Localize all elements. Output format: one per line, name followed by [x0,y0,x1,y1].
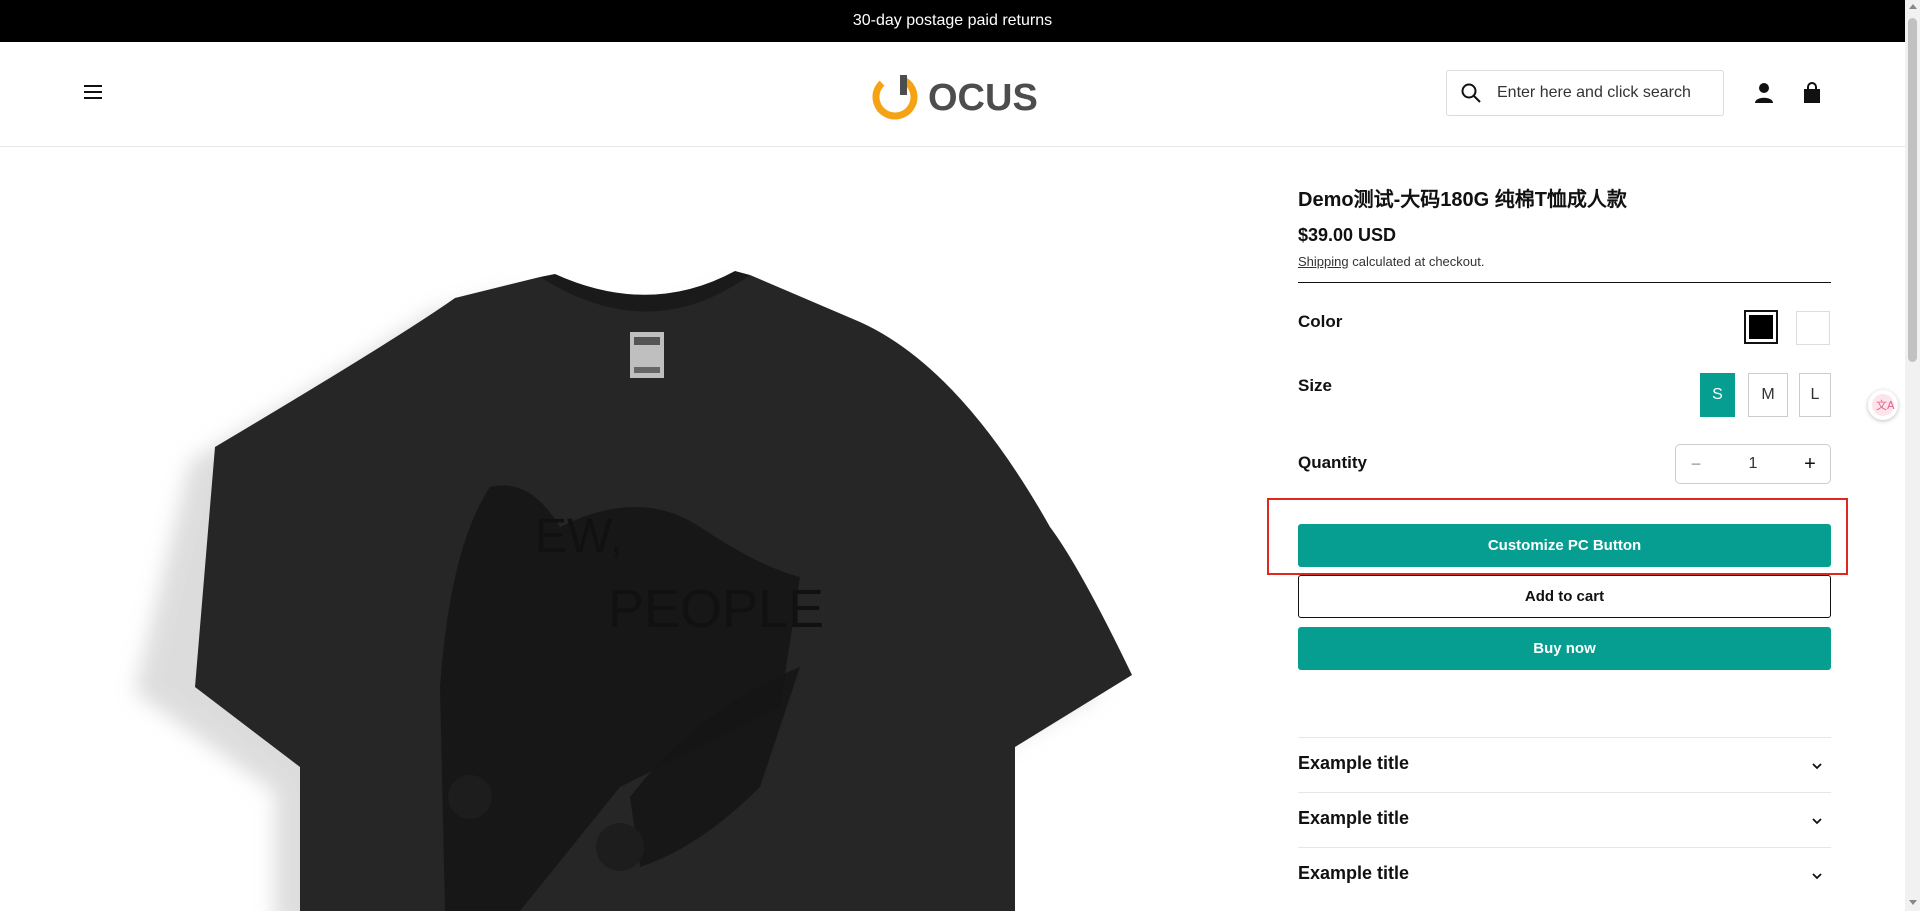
color-swatch-white[interactable] [1796,311,1830,345]
chevron-down-icon [1812,818,1822,825]
accordion-item[interactable]: Example title [1298,847,1831,903]
product-gallery: EW, PEOPLE [0,147,1270,911]
svg-text:PEOPLE: PEOPLE [608,579,824,639]
page-scrollbar[interactable] [1905,0,1920,911]
svg-text:OCUS: OCUS [928,77,1038,119]
chevron-down-icon [1812,763,1822,770]
size-option-m[interactable]: M [1748,373,1788,417]
cart-icon[interactable] [1801,82,1823,104]
accordion-title: Example title [1298,753,1410,773]
accordion-title: Example title [1298,808,1410,828]
size-label: Size [1298,376,1333,395]
product-price: $39.00 USD [1298,225,1397,245]
highlight-box [1267,498,1848,575]
increase-quantity-button[interactable]: + [1790,453,1830,476]
accordion-item[interactable]: Example title [1298,792,1831,848]
announcement-text: 30-day postage paid returns [852,12,1053,29]
quantity-stepper: − 1 + [1675,444,1831,484]
shipping-text: calculated at checkout. [1348,254,1485,269]
account-icon[interactable] [1753,82,1775,104]
color-swatch-black[interactable] [1744,310,1778,344]
ocus-logo[interactable]: OCUS [870,64,1040,124]
quantity-label: Quantity [1298,453,1367,472]
shipping-note: Shipping calculated at checkout. [1298,254,1484,269]
shipping-link[interactable]: Shipping [1298,254,1349,269]
search-icon[interactable] [1461,83,1481,103]
add-to-cart-button[interactable]: Add to cart [1298,575,1831,618]
divider [1298,282,1831,283]
quantity-value[interactable]: 1 [1716,455,1790,473]
site-header: OCUS [0,42,1905,147]
announcement-bar: 30-day postage paid returns [0,0,1905,42]
menu-icon[interactable] [82,82,104,104]
svg-text:EW,: EW, [535,510,623,563]
svg-text:文A: 文A [1876,398,1895,412]
accordion-title: Example title [1298,863,1410,883]
product-image[interactable]: EW, PEOPLE [0,147,1270,911]
decrease-quantity-button[interactable]: − [1676,454,1716,475]
chevron-down-icon [1812,873,1822,880]
search-box[interactable] [1446,70,1724,116]
scrollbar-thumb[interactable] [1908,18,1917,362]
search-input[interactable] [1495,83,1719,103]
translate-icon[interactable]: 文A [1868,390,1898,420]
size-option-l[interactable]: L [1799,373,1831,417]
scroll-up-icon[interactable] [1909,4,1917,9]
product-title: Demo测试-大码180G 纯棉T恤成人款 [1298,189,1627,211]
scroll-down-icon[interactable] [1909,900,1917,905]
accordion-item[interactable]: Example title [1298,737,1831,793]
size-option-s[interactable]: S [1700,373,1735,417]
color-label: Color [1298,312,1343,331]
buy-now-button[interactable]: Buy now [1298,627,1831,670]
